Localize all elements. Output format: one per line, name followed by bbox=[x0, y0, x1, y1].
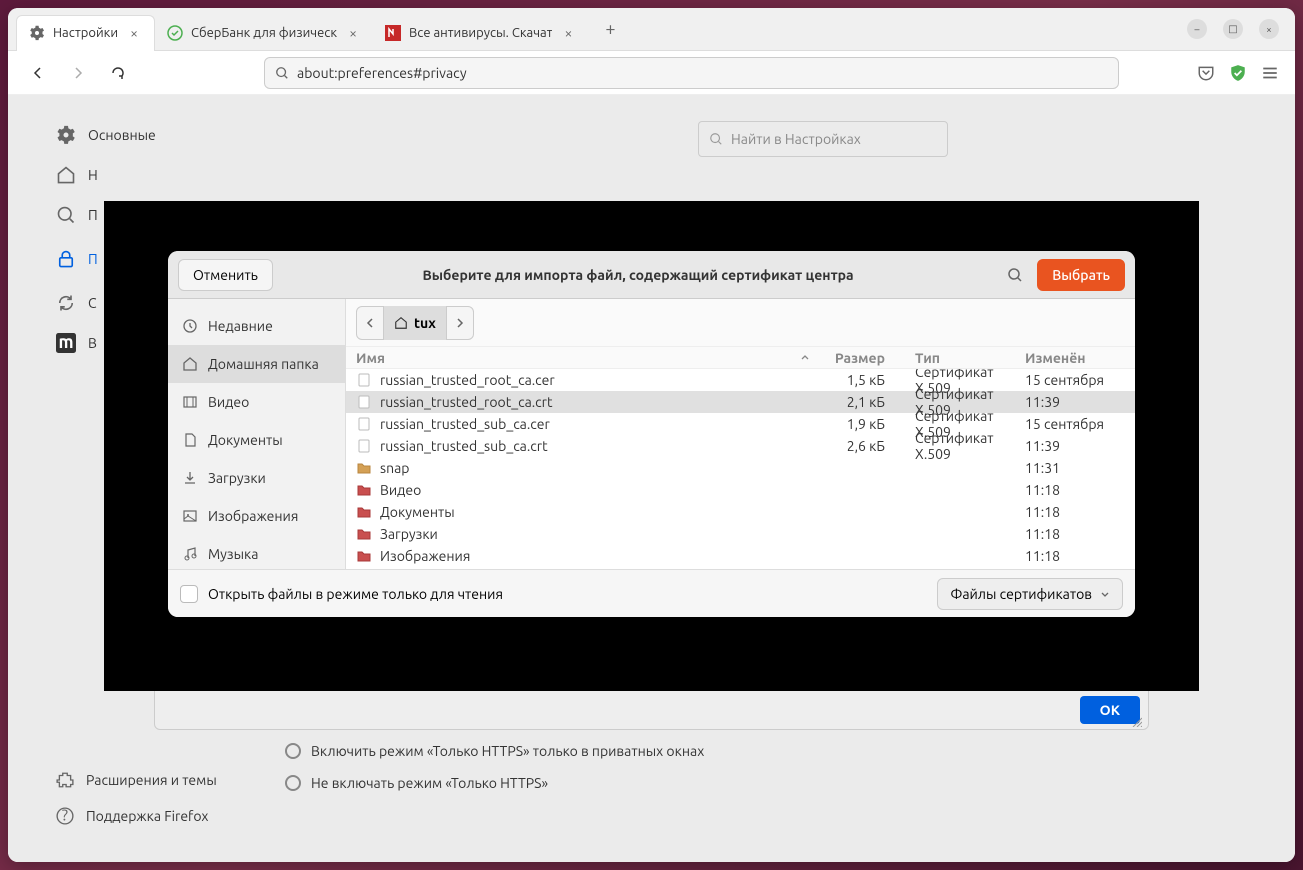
forward-button[interactable] bbox=[64, 59, 92, 87]
select-button[interactable]: Выбрать bbox=[1037, 259, 1125, 291]
place-home[interactable]: Домашняя папка bbox=[168, 345, 345, 383]
file-open-dialog: Отменить Выберите для импорта файл, соде… bbox=[168, 251, 1135, 617]
maximize-button[interactable]: □ bbox=[1223, 19, 1243, 39]
file-icon bbox=[356, 438, 372, 454]
folder-icon bbox=[356, 460, 372, 476]
image-icon bbox=[182, 508, 198, 524]
search-icon bbox=[275, 66, 289, 80]
new-tab-button[interactable]: + bbox=[596, 15, 624, 43]
site-icon bbox=[385, 25, 401, 41]
resize-grip[interactable] bbox=[1130, 715, 1142, 727]
column-headers[interactable]: Имя Размер Тип Изменён bbox=[346, 347, 1135, 369]
https-mode-options: Включить режим «Только HTTPS» только в п… bbox=[285, 735, 704, 799]
file-icon bbox=[356, 394, 372, 410]
file-icon bbox=[356, 372, 372, 388]
svg-text:?: ? bbox=[62, 807, 68, 824]
cert-dialog-footer: OK bbox=[154, 690, 1149, 730]
settings-search[interactable]: Найти в Настройках bbox=[698, 121, 948, 157]
nav-support[interactable]: ?Поддержка Firefox bbox=[56, 798, 217, 834]
window-controls: – □ × bbox=[1187, 19, 1287, 39]
place-doc[interactable]: Документы bbox=[168, 421, 345, 459]
nav-extensions[interactable]: Расширения и темы bbox=[56, 762, 217, 798]
dialog-title: Выберите для импорта файл, содержащий се… bbox=[283, 267, 993, 283]
folder-media-icon bbox=[356, 526, 372, 542]
radio-icon bbox=[285, 775, 301, 791]
dialog-footer: Открыть файлы в режиме только для чтения… bbox=[168, 569, 1135, 617]
sort-asc-icon bbox=[800, 353, 810, 363]
file-row[interactable]: Загрузки11:18 bbox=[346, 523, 1135, 545]
tab-label: Все антивирусы. Скачат bbox=[409, 26, 552, 40]
radio-icon bbox=[285, 743, 301, 759]
places-sidebar: НедавниеДомашняя папкаВидеоДокументыЗагр… bbox=[168, 299, 346, 569]
film-icon bbox=[182, 394, 198, 410]
pocket-icon[interactable] bbox=[1197, 64, 1215, 82]
nav-home[interactable]: Н bbox=[56, 155, 268, 195]
close-icon[interactable]: × bbox=[126, 25, 142, 41]
close-button[interactable]: × bbox=[1259, 19, 1279, 39]
search-icon bbox=[709, 132, 723, 146]
breadcrumb-home[interactable]: tux bbox=[384, 306, 446, 340]
svg-text:m: m bbox=[58, 333, 73, 352]
tab-label: СберБанк для физическ bbox=[191, 26, 337, 40]
file-row[interactable]: Изображения11:18 bbox=[346, 545, 1135, 567]
check-icon bbox=[167, 25, 183, 41]
nav-general[interactable]: Основные bbox=[56, 115, 268, 155]
folder-media-icon bbox=[356, 504, 372, 520]
file-type-filter[interactable]: Файлы сертификатов bbox=[937, 578, 1123, 610]
music-icon bbox=[182, 546, 198, 562]
place-music[interactable]: Музыка bbox=[168, 535, 345, 573]
tab-antivirus[interactable]: Все антивирусы. Скачат × bbox=[373, 15, 588, 51]
file-icon bbox=[356, 416, 372, 432]
menu-button[interactable] bbox=[1261, 64, 1279, 82]
nav-bar: about:preferences#privacy bbox=[8, 51, 1295, 95]
shield-icon[interactable] bbox=[1229, 64, 1247, 82]
path-bar: tux bbox=[346, 299, 1135, 347]
home-icon bbox=[182, 356, 198, 372]
doc-icon bbox=[182, 432, 198, 448]
file-row[interactable]: russian_trusted_sub_ca.crt2,6 кБСертифик… bbox=[346, 435, 1135, 457]
place-film[interactable]: Видео bbox=[168, 383, 345, 421]
folder-media-icon bbox=[356, 548, 372, 564]
close-icon[interactable]: × bbox=[560, 25, 576, 41]
bottom-nav: Расширения и темы ?Поддержка Firefox bbox=[56, 762, 217, 834]
minimize-button[interactable]: – bbox=[1187, 19, 1207, 39]
gear-icon bbox=[29, 25, 45, 41]
cancel-button[interactable]: Отменить bbox=[178, 259, 273, 291]
back-button[interactable] bbox=[24, 59, 52, 87]
url-bar[interactable]: about:preferences#privacy bbox=[264, 57, 1119, 89]
path-forward-button[interactable] bbox=[446, 306, 474, 340]
tab-label: Настройки bbox=[53, 26, 118, 40]
dialog-header: Отменить Выберите для импорта файл, соде… bbox=[168, 251, 1135, 299]
place-clock[interactable]: Недавние bbox=[168, 307, 345, 345]
content-area: Основные Н П П С mВ Найти в Настройках O… bbox=[8, 95, 1295, 862]
file-row[interactable]: Видео11:18 bbox=[346, 479, 1135, 501]
radio-https-private[interactable]: Включить режим «Только HTTPS» только в п… bbox=[285, 735, 704, 767]
url-text: about:preferences#privacy bbox=[297, 65, 467, 81]
reload-button[interactable] bbox=[104, 59, 132, 87]
folder-media-icon bbox=[356, 482, 372, 498]
readonly-label: Открыть файлы в режиме только для чтения bbox=[208, 586, 503, 602]
download-icon bbox=[182, 470, 198, 486]
place-download[interactable]: Загрузки bbox=[168, 459, 345, 497]
file-list[interactable]: russian_trusted_root_ca.cer1,5 кБСертифи… bbox=[346, 369, 1135, 569]
tab-bar: Настройки × СберБанк для физическ × Все … bbox=[8, 8, 1295, 51]
close-icon[interactable]: × bbox=[345, 25, 361, 41]
chevron-down-icon bbox=[1100, 589, 1110, 599]
tab-settings[interactable]: Настройки × bbox=[16, 15, 155, 51]
tab-sberbank[interactable]: СберБанк для физическ × bbox=[155, 15, 373, 51]
path-back-button[interactable] bbox=[356, 306, 384, 340]
readonly-checkbox[interactable] bbox=[180, 585, 198, 603]
file-row[interactable]: Документы11:18 bbox=[346, 501, 1135, 523]
clock-icon bbox=[182, 318, 198, 334]
browser-window: Настройки × СберБанк для физическ × Все … bbox=[8, 8, 1295, 862]
radio-https-off[interactable]: Не включать режим «Только HTTPS» bbox=[285, 767, 704, 799]
place-image[interactable]: Изображения bbox=[168, 497, 345, 535]
search-button[interactable] bbox=[1003, 263, 1027, 287]
